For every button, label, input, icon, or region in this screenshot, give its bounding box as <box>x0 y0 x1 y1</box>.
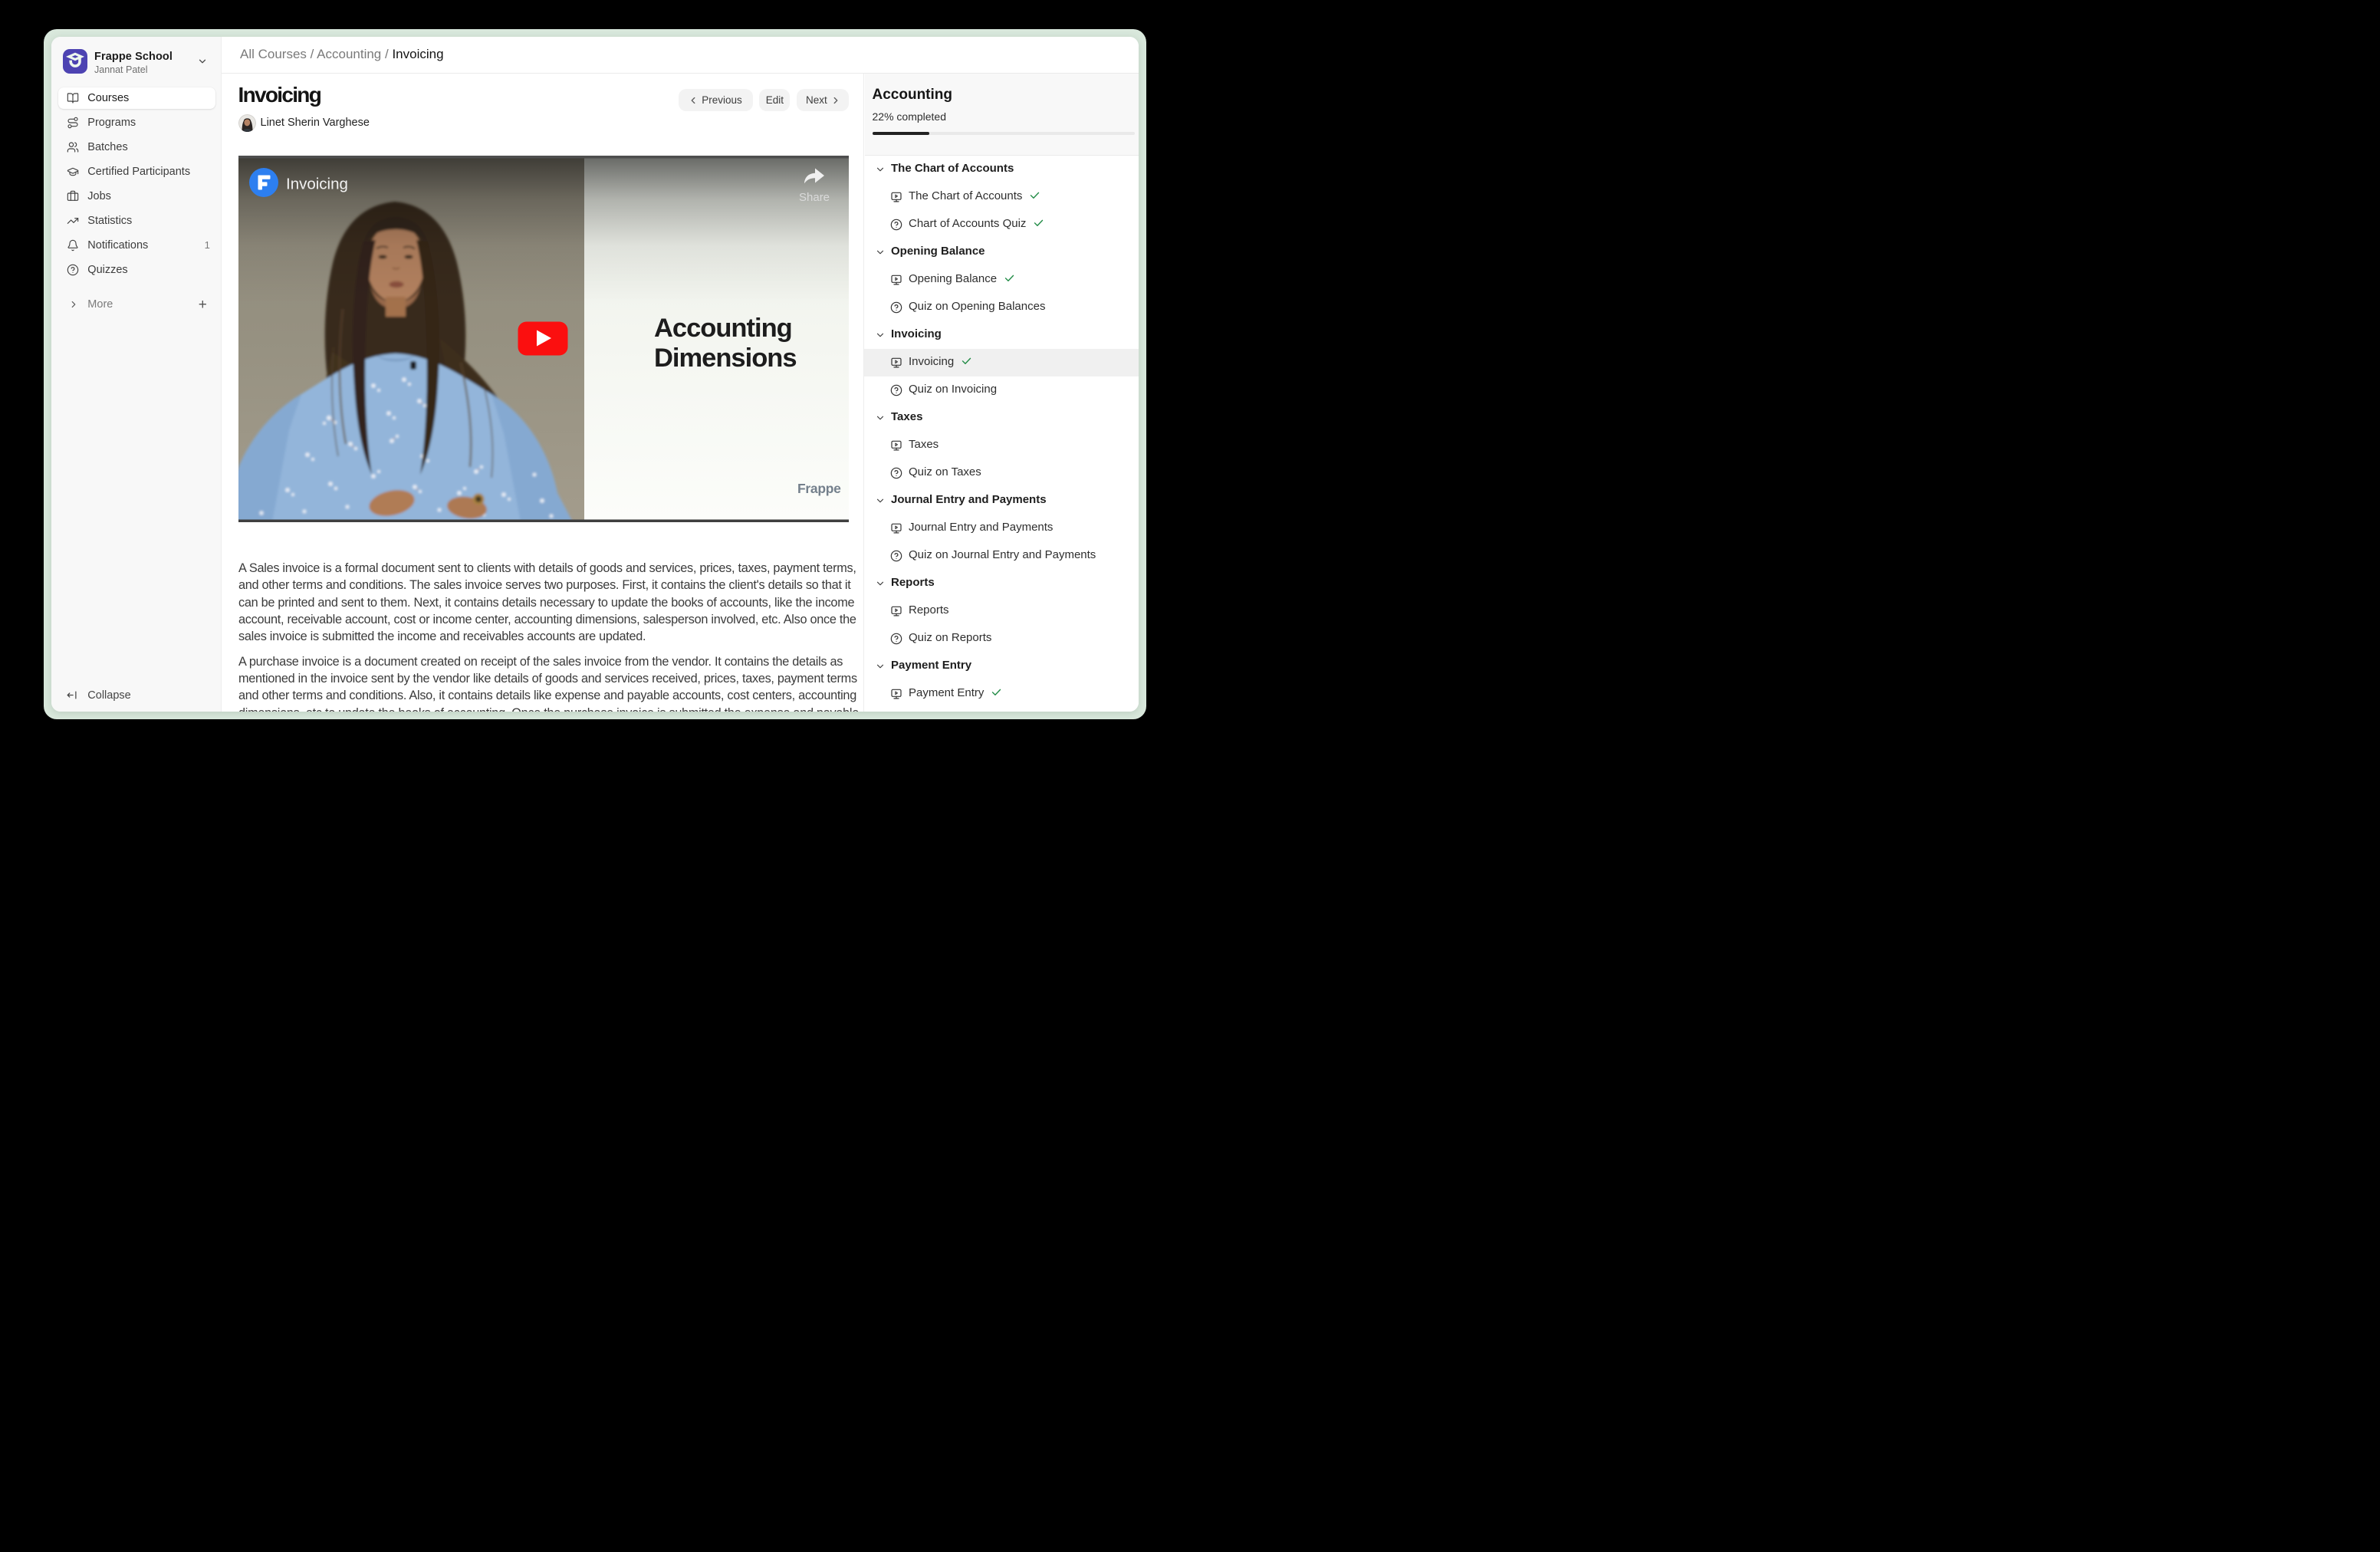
svg-text:Share: Share <box>799 191 830 204</box>
svg-text:Frappe: Frappe <box>797 481 841 496</box>
svg-text:Accounting: Accounting <box>654 314 792 343</box>
svg-text:Dimensions: Dimensions <box>654 344 797 373</box>
svg-text:Invoicing: Invoicing <box>286 175 348 192</box>
